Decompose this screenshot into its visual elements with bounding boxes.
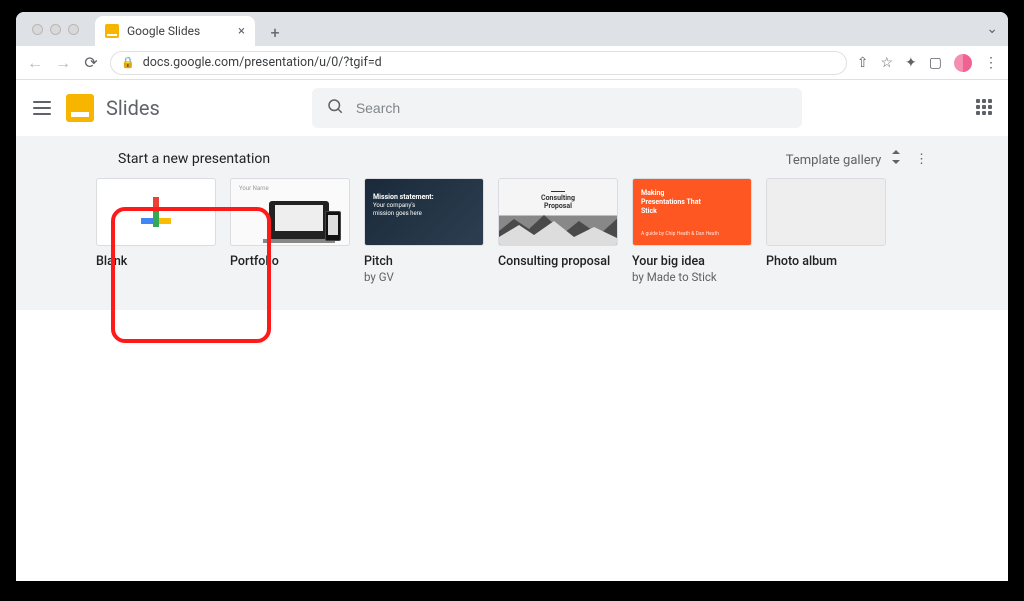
template-title: Portfolio xyxy=(230,254,350,269)
reload-button[interactable]: ⟳ xyxy=(82,53,100,72)
google-apps-icon[interactable] xyxy=(976,99,994,117)
main-menu-button[interactable] xyxy=(30,96,54,120)
app-name: Slides xyxy=(106,96,160,120)
bookmark-icon[interactable]: ☆ xyxy=(880,55,893,71)
consulting-thumb: Consulting Proposal xyxy=(498,178,618,246)
profile-avatar[interactable] xyxy=(954,54,972,72)
album-thumb xyxy=(766,178,886,246)
search-input[interactable] xyxy=(356,100,788,116)
tab-title: Google Slides xyxy=(127,24,200,38)
template-row: Blank Your Name Portfolio Mission st xyxy=(96,178,928,284)
template-title: Consulting proposal xyxy=(498,254,618,269)
browser-toolbar: ← → ⟳ 🔒 docs.google.com/presentation/u/0… xyxy=(16,46,1008,80)
blank-thumb xyxy=(96,178,216,246)
slides-favicon xyxy=(105,24,119,38)
template-gallery-section: Start a new presentation Template galler… xyxy=(16,136,1008,310)
template-photo-album[interactable]: Photo album xyxy=(766,178,886,284)
template-consulting[interactable]: Consulting Proposal Consulting proposal xyxy=(498,178,618,284)
expand-icon xyxy=(891,153,901,168)
template-blank[interactable]: Blank xyxy=(96,178,216,284)
url-text: docs.google.com/presentation/u/0/?tgif=d xyxy=(143,55,382,70)
page-body: Slides Start a new presentation Template… xyxy=(16,80,1008,581)
close-tab-icon[interactable]: × xyxy=(238,24,245,39)
template-sub: by GV xyxy=(364,270,484,284)
content-area xyxy=(16,310,1008,581)
gallery-title: Start a new presentation xyxy=(118,151,270,167)
extensions-icon[interactable]: ✦ xyxy=(905,55,917,71)
template-title: Blank xyxy=(96,254,216,269)
address-bar[interactable]: 🔒 docs.google.com/presentation/u/0/?tgif… xyxy=(110,51,847,75)
browser-tab[interactable]: Google Slides × xyxy=(95,16,255,46)
portfolio-thumb: Your Name xyxy=(230,178,350,246)
new-tab-button[interactable]: + xyxy=(261,18,289,46)
search-icon xyxy=(326,97,344,119)
gallery-header: Start a new presentation Template galler… xyxy=(96,150,928,168)
sidepanel-icon[interactable]: ▢ xyxy=(929,55,942,71)
back-button[interactable]: ← xyxy=(26,53,44,73)
gallery-more-icon[interactable]: ⋮ xyxy=(915,152,928,167)
search-box[interactable] xyxy=(312,88,802,128)
plus-icon xyxy=(141,197,171,227)
slides-logo xyxy=(66,94,94,122)
browser-tab-bar: Google Slides × + ⌄ xyxy=(16,12,1008,46)
traffic-light-close[interactable] xyxy=(32,24,43,35)
window-controls xyxy=(24,12,87,46)
template-pitch[interactable]: Mission statement: Your company's missio… xyxy=(364,178,484,284)
idea-thumb: Making Presentations That Stick A guide … xyxy=(632,178,752,246)
app-header: Slides xyxy=(16,80,1008,136)
browser-menu-icon[interactable]: ⋮ xyxy=(984,55,998,71)
template-portfolio[interactable]: Your Name Portfolio xyxy=(230,178,350,284)
template-title: Pitch xyxy=(364,254,484,269)
template-sub: by Made to Stick xyxy=(632,270,752,284)
traffic-light-minimize[interactable] xyxy=(50,24,61,35)
lock-icon: 🔒 xyxy=(121,56,135,69)
share-icon[interactable]: ⇧ xyxy=(857,55,869,71)
template-title: Photo album xyxy=(766,254,886,269)
forward-button[interactable]: → xyxy=(54,53,72,73)
browser-actions: ⇧ ☆ ✦ ▢ ⋮ xyxy=(857,54,998,72)
traffic-light-maximize[interactable] xyxy=(68,24,79,35)
tabs-chevron-icon[interactable]: ⌄ xyxy=(986,21,998,37)
browser-window: Google Slides × + ⌄ ← → ⟳ 🔒 docs.google.… xyxy=(16,12,1008,581)
template-gallery-button[interactable]: Template gallery xyxy=(786,150,901,168)
pitch-thumb: Mission statement: Your company's missio… xyxy=(364,178,484,246)
template-title: Your big idea xyxy=(632,254,752,269)
template-big-idea[interactable]: Making Presentations That Stick A guide … xyxy=(632,178,752,284)
